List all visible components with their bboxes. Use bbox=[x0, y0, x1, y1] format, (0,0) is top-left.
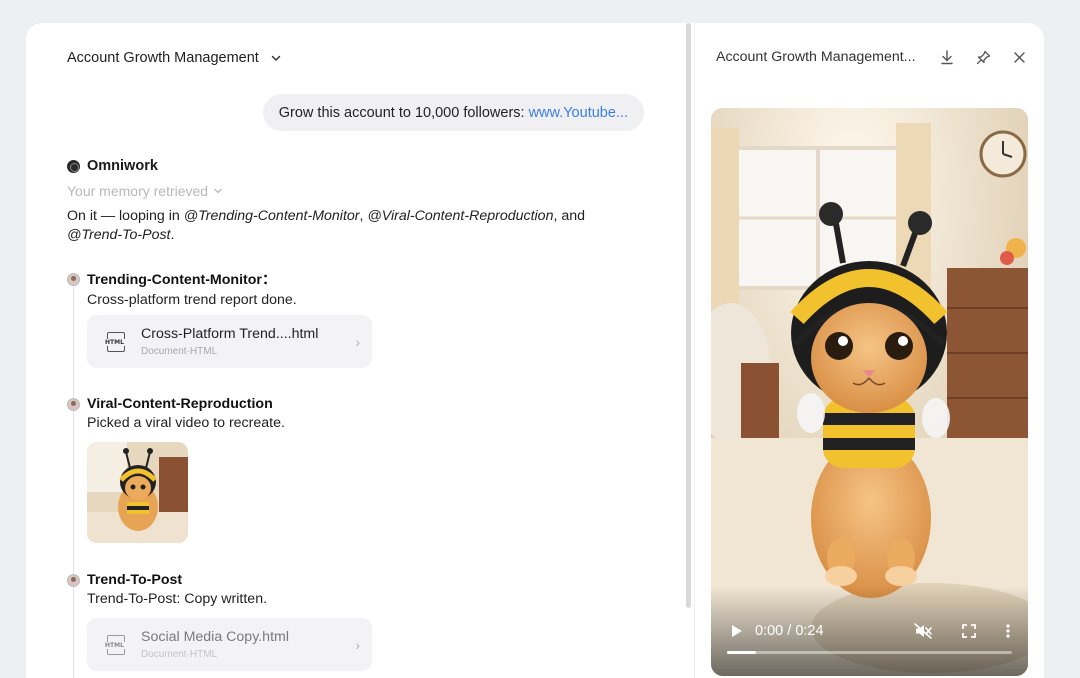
preview-header: Account Growth Management... bbox=[716, 49, 1026, 65]
file-type: Document·HTML bbox=[141, 346, 218, 357]
user-message-text: Grow this account to 10,000 followers: bbox=[278, 104, 525, 121]
chat-scrollbar[interactable] bbox=[686, 23, 691, 608]
file-icon-label: HTML bbox=[104, 338, 125, 346]
chevron-down-icon bbox=[271, 55, 281, 62]
step-name: Viral-Content-Reproduction bbox=[87, 396, 273, 412]
video-controls: 0:00 / 0:24 bbox=[711, 586, 1028, 676]
user-message-link[interactable]: www.Youtube... bbox=[529, 105, 628, 121]
preview-title: Account Growth Management... bbox=[716, 49, 916, 65]
file-type: Document·HTML bbox=[141, 649, 218, 660]
video-progress-bar[interactable] bbox=[727, 651, 1012, 654]
fullscreen-icon[interactable] bbox=[962, 624, 976, 638]
summary-prefix: On it — looping in bbox=[67, 208, 184, 224]
file-card-cross-platform-trend[interactable]: HTML Cross-Platform Trend....html Docume… bbox=[87, 315, 372, 368]
pin-icon[interactable] bbox=[976, 50, 991, 65]
video-current-time: 0:00 bbox=[755, 623, 784, 639]
video-player[interactable]: 0:00 / 0:24 bbox=[711, 108, 1028, 676]
step-name: Trending-Content-Monitor： bbox=[87, 272, 277, 288]
pane-divider bbox=[694, 23, 695, 678]
agent-avatar bbox=[67, 573, 80, 587]
main-card: Account Growth Management Grow this acco… bbox=[26, 23, 1044, 678]
agent-header: Omniwork bbox=[67, 158, 158, 174]
video-thumbnail[interactable] bbox=[87, 442, 188, 543]
omniwork-logo-icon bbox=[67, 159, 80, 173]
summary-suffix: . bbox=[170, 227, 175, 243]
conversation-title: Account Growth Management bbox=[67, 50, 259, 66]
mute-icon[interactable] bbox=[914, 623, 932, 639]
agent-summary: On it — looping in @Trending-Content-Mon… bbox=[67, 207, 627, 245]
memory-label: Your memory retrieved bbox=[67, 183, 209, 199]
agent-avatar bbox=[67, 397, 80, 411]
download-icon[interactable] bbox=[940, 49, 954, 65]
step-trending-content-monitor: Trending-Content-Monitor： Cross-platform… bbox=[67, 269, 297, 308]
video-progress-fill bbox=[727, 651, 756, 654]
chevron-right-icon: › bbox=[355, 334, 360, 350]
file-icon-label: HTML bbox=[104, 641, 125, 649]
html-file-icon: HTML bbox=[104, 331, 125, 352]
step-description: Picked a viral video to recreate. bbox=[87, 415, 285, 431]
mention-viral-content-reproduction[interactable]: @Viral-Content-Reproduction bbox=[367, 208, 553, 224]
mention-trending-content-monitor[interactable]: @Trending-Content-Monitor bbox=[184, 208, 360, 224]
agent-name: Omniwork bbox=[87, 158, 158, 174]
step-viral-content-reproduction: Viral-Content-Reproduction Picked a vira… bbox=[67, 396, 285, 431]
summary-separator: , and bbox=[553, 208, 586, 224]
file-name: Social Media Copy.html bbox=[141, 629, 289, 645]
mention-trend-to-post[interactable]: @Trend-To-Post bbox=[67, 227, 171, 243]
timeline-line bbox=[73, 281, 74, 678]
step-description: Cross-platform trend report done. bbox=[87, 292, 297, 308]
video-time-separator: / bbox=[783, 623, 796, 639]
memory-retrieved-toggle[interactable]: Your memory retrieved bbox=[67, 183, 224, 199]
html-file-icon: HTML bbox=[104, 634, 125, 655]
step-description: Trend-To-Post: Copy written. bbox=[87, 591, 268, 607]
chevron-right-icon: › bbox=[355, 637, 360, 653]
chevron-down-icon bbox=[214, 188, 222, 194]
close-icon[interactable] bbox=[1013, 51, 1026, 64]
video-duration: 0:24 bbox=[795, 623, 824, 639]
conversation-title-dropdown[interactable]: Account Growth Management bbox=[67, 50, 283, 66]
more-options-icon[interactable] bbox=[1006, 624, 1010, 638]
user-message-bubble: Grow this account to 10,000 followers: w… bbox=[262, 94, 644, 131]
step-name: Trend-To-Post bbox=[87, 572, 183, 588]
play-icon[interactable] bbox=[731, 624, 743, 638]
file-name: Cross-Platform Trend....html bbox=[141, 326, 319, 342]
video-time: 0:00 / 0:24 bbox=[755, 623, 824, 639]
file-card-social-media-copy[interactable]: HTML Social Media Copy.html Document·HTM… bbox=[87, 618, 372, 671]
step-trend-to-post: Trend-To-Post Trend-To-Post: Copy writte… bbox=[67, 572, 267, 607]
agent-avatar bbox=[67, 272, 80, 286]
chat-pane: Account Growth Management Grow this acco… bbox=[26, 23, 686, 678]
